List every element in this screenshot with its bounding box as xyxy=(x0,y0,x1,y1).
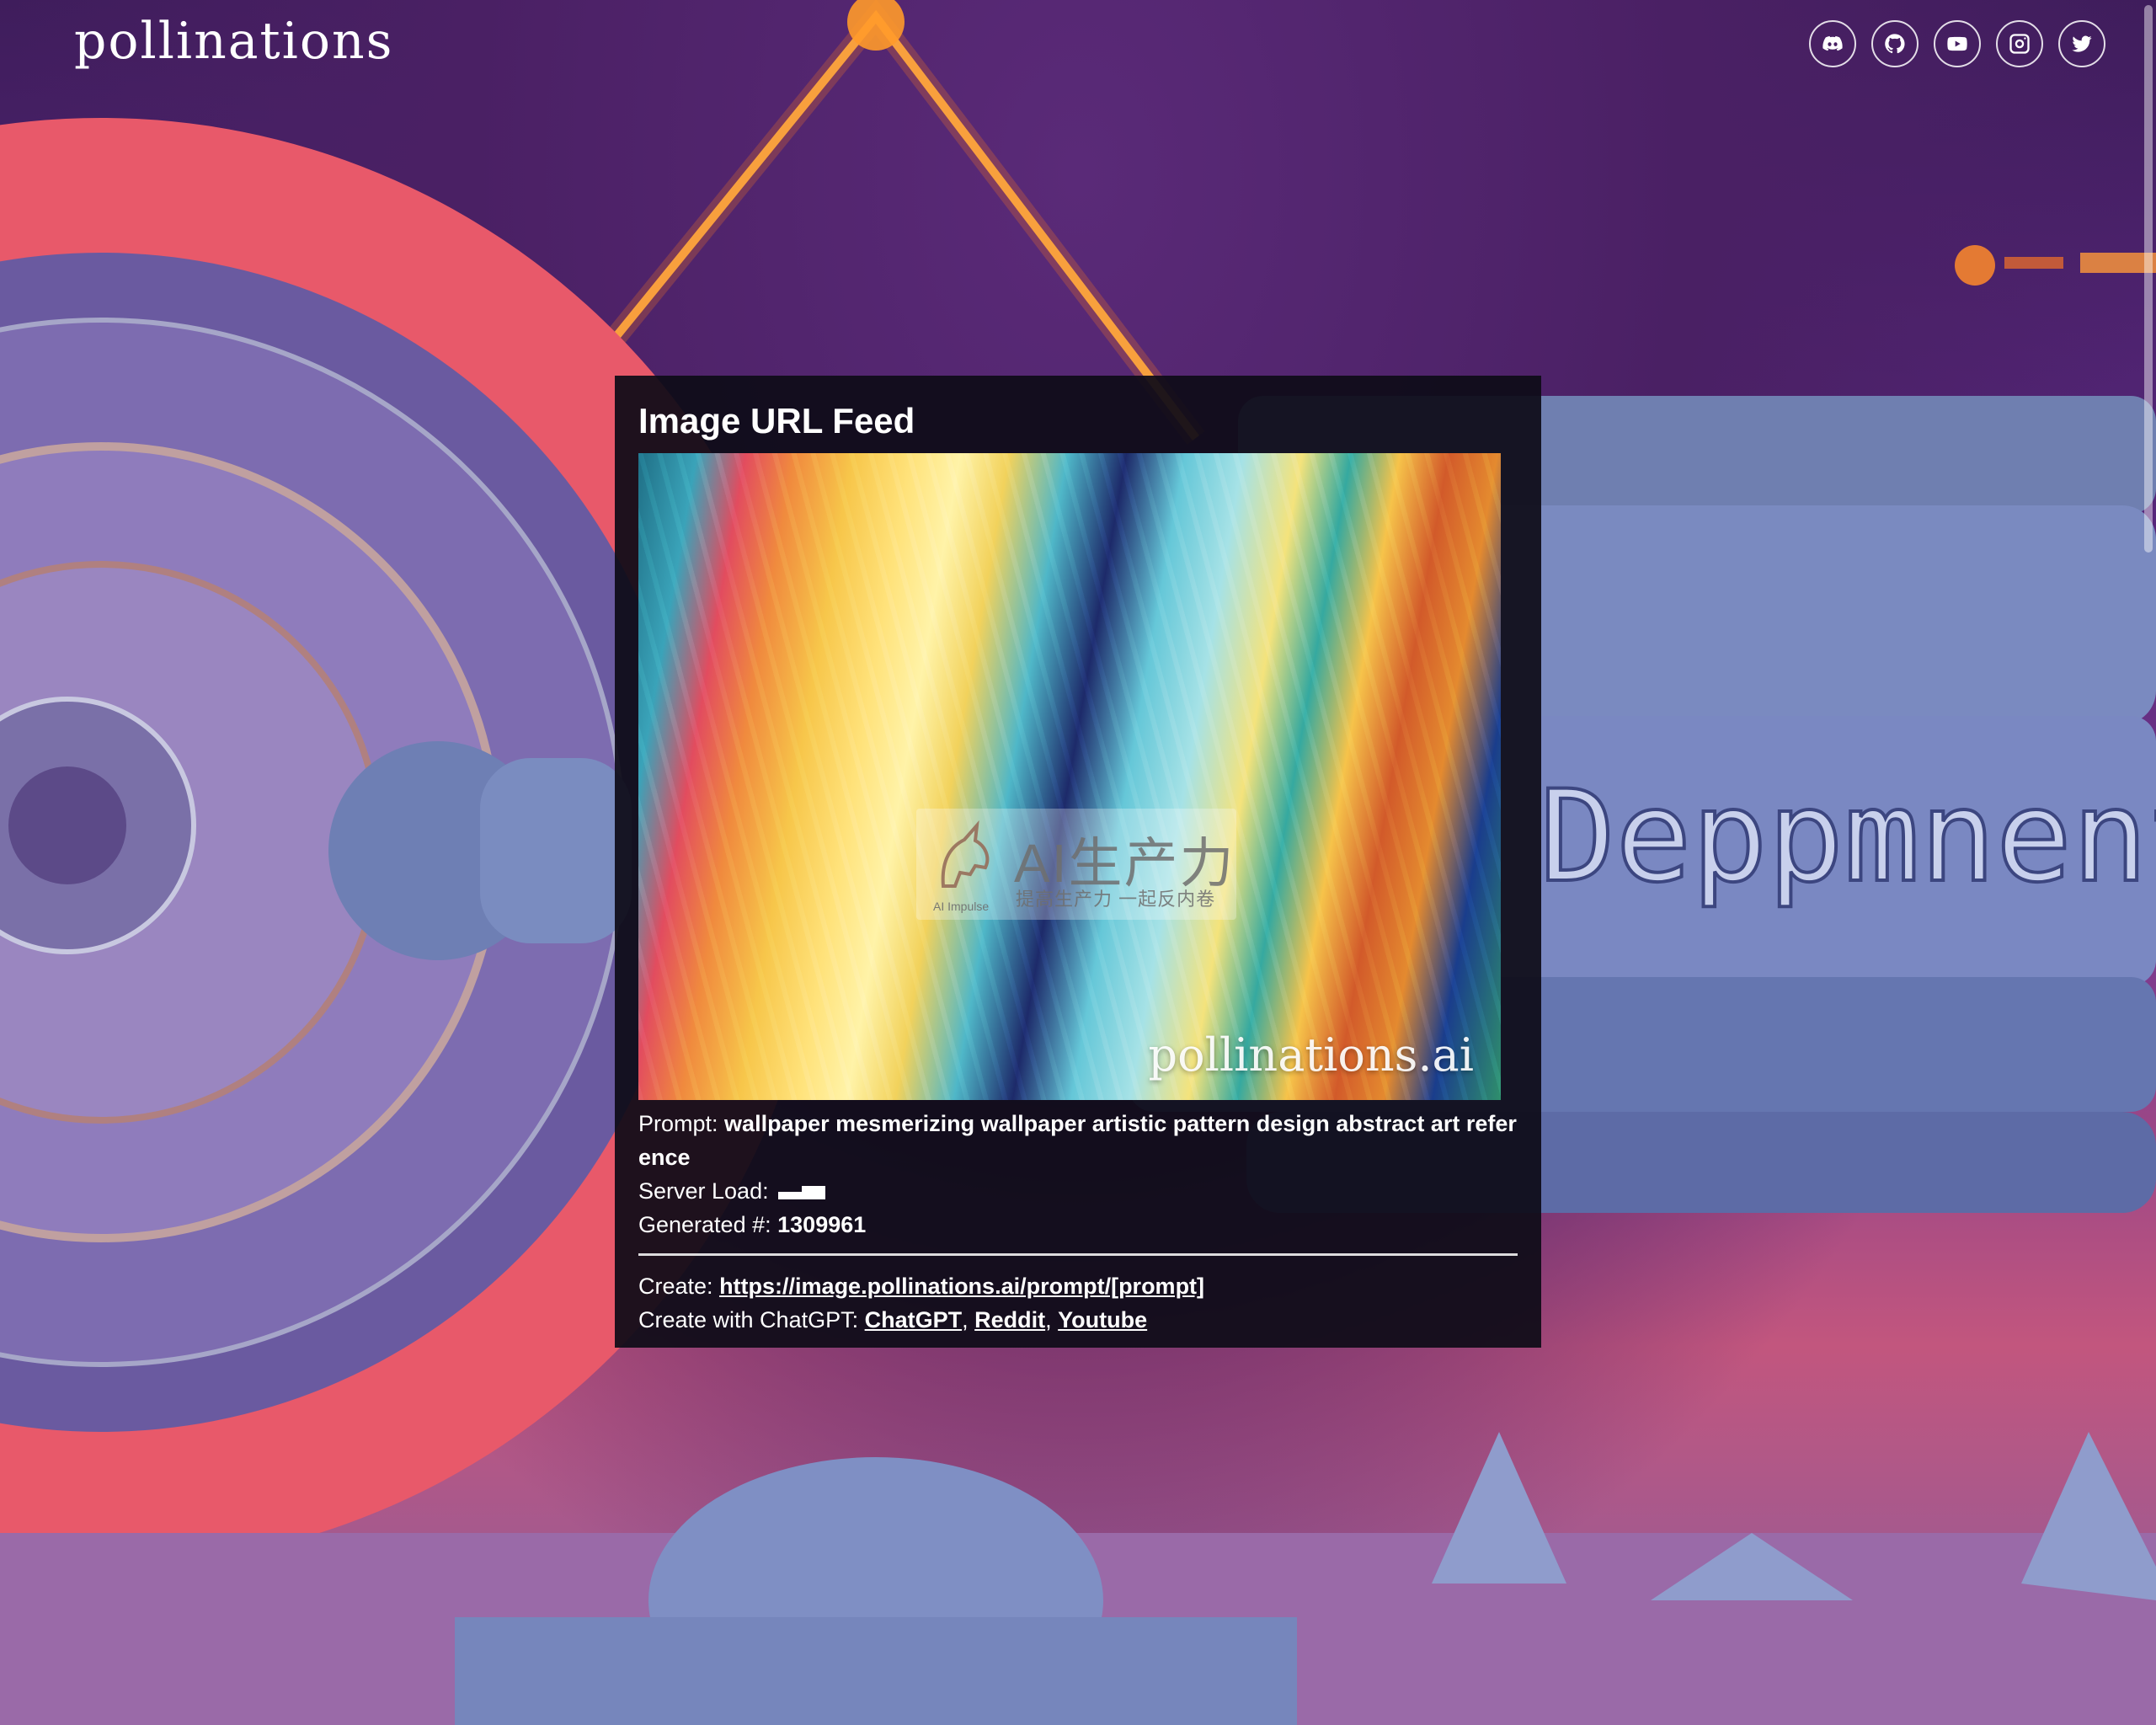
unicorn-icon xyxy=(941,820,990,888)
server-load-segment xyxy=(778,1192,803,1199)
image-brand-watermark: pollinations.ai xyxy=(1148,1028,1474,1081)
generated-count: 1309961 xyxy=(777,1212,867,1237)
chatgpt-label: Create with ChatGPT: xyxy=(638,1307,859,1332)
reddit-link[interactable]: Reddit xyxy=(974,1307,1045,1332)
logo[interactable]: pollinations xyxy=(74,12,393,71)
create-label: Create: xyxy=(638,1274,713,1299)
watermark-small-text: AI Impulse xyxy=(933,900,990,913)
scrollbar-thumb[interactable] xyxy=(2144,5,2153,553)
create-url-link[interactable]: https://image.pollinations.ai/prompt/[pr… xyxy=(719,1274,1204,1299)
twitter-button[interactable] xyxy=(2058,20,2105,67)
server-load-label: Server Load: xyxy=(638,1178,769,1204)
social-links xyxy=(1809,20,2105,67)
discord-button[interactable] xyxy=(1809,20,1856,67)
youtube-button[interactable] xyxy=(1934,20,1981,67)
prompt-value: wallpaper mesmerizing wallpaper artistic… xyxy=(638,1111,1517,1170)
github-icon xyxy=(1885,34,1905,54)
youtube-icon xyxy=(1947,36,1967,51)
generated-label: Generated #: xyxy=(638,1212,771,1237)
create-links: Create: https://image.pollinations.ai/pr… xyxy=(638,1274,1205,1332)
server-load-row: Server Load: xyxy=(638,1174,1518,1208)
github-button[interactable] xyxy=(1871,20,1919,67)
server-load-segment xyxy=(802,1185,826,1199)
page-scrollbar[interactable] xyxy=(2144,5,2153,1723)
chatgpt-link[interactable]: ChatGPT xyxy=(865,1307,963,1332)
generated-row: Generated #: 1309961 xyxy=(638,1208,1518,1242)
youtube-link[interactable]: Youtube xyxy=(1058,1307,1147,1332)
feed-image[interactable]: AI生产力 提高生产力 一起反内卷 AI Impulse pollination… xyxy=(638,453,1501,1100)
background-sign-text: Deppmnentas xyxy=(1540,764,2156,911)
prompt-row: Prompt: wallpaper mesmerizing wallpaper … xyxy=(638,1107,1518,1174)
image-feed-panel: Image URL Feed AI生产力 提高生产力 一起反内卷 AI Impu… xyxy=(615,376,1541,1348)
discord-icon xyxy=(1822,35,1843,51)
watermark: AI生产力 提高生产力 一起反内卷 AI Impulse xyxy=(916,809,1236,920)
instagram-button[interactable] xyxy=(1996,20,2043,67)
instagram-icon xyxy=(2009,34,2030,54)
divider xyxy=(638,1253,1518,1256)
watermark-subtitle: 提高生产力 一起反内卷 xyxy=(1016,889,1216,910)
prompt-label: Prompt: xyxy=(638,1111,718,1136)
feed-title: Image URL Feed xyxy=(638,401,915,441)
feed-meta: Prompt: wallpaper mesmerizing wallpaper … xyxy=(638,1107,1518,1242)
server-load-bar xyxy=(778,1185,826,1199)
twitter-icon xyxy=(2072,35,2092,52)
